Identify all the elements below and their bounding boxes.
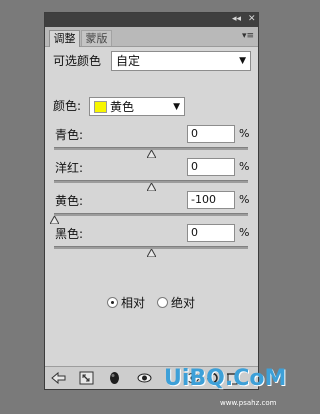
preset-select[interactable]: 自定 ▼ — [111, 51, 251, 71]
slider-value-input[interactable]: 0 — [187, 125, 235, 143]
clip-layer-icon[interactable] — [107, 371, 122, 385]
percent-unit: % — [239, 160, 250, 173]
radio-absolute-label[interactable]: 绝对 — [171, 296, 195, 310]
colors-value: 黄色 — [110, 100, 135, 114]
radio-relative[interactable] — [107, 297, 118, 308]
watermark-site: www.psahz.com — [220, 399, 277, 407]
eye-icon[interactable] — [137, 371, 152, 385]
adjustment-title: 可选颜色 — [53, 54, 102, 68]
collapse-icon[interactable]: ◂◂ — [232, 14, 241, 25]
tab-mask[interactable]: 蒙版 — [81, 30, 112, 46]
color-swatch — [94, 101, 107, 113]
slider-value-input[interactable]: 0 — [187, 158, 235, 176]
chevron-down-icon: ▼ — [239, 56, 246, 66]
preset-value: 自定 — [116, 54, 141, 68]
slider-label: 黑色: — [55, 227, 84, 241]
slider-row-black: 黑色: 0 % — [45, 224, 258, 257]
radio-absolute[interactable] — [157, 297, 168, 308]
slider-label: 青色: — [55, 128, 84, 142]
colors-select[interactable]: 黄色 ▼ — [89, 97, 185, 116]
slider-row-magenta: 洋红: 0 % — [45, 158, 258, 191]
slider-value-input[interactable]: -100 — [187, 191, 235, 209]
slider-row-yellow: 黄色: -100 % — [45, 191, 258, 224]
tab-adjust[interactable]: 调整 — [49, 30, 80, 47]
back-arrow-icon[interactable] — [51, 371, 66, 385]
slider-thumb[interactable] — [147, 150, 156, 158]
chevron-down-icon: ▼ — [173, 102, 180, 112]
slider-label: 黄色: — [55, 194, 84, 208]
percent-unit: % — [239, 127, 250, 140]
slider-thumb[interactable] — [147, 183, 156, 191]
slider-value-input[interactable]: 0 — [187, 224, 235, 242]
close-icon[interactable]: ✕ — [248, 14, 256, 25]
watermark-logo: UiBQ.CoM — [164, 366, 287, 391]
expand-view-icon[interactable] — [79, 371, 94, 385]
slider-row-cyan: 青色: 0 % — [45, 125, 258, 158]
slider-track[interactable] — [54, 213, 248, 216]
colors-label: 颜色: — [53, 99, 82, 113]
tab-strip: 调整 蒙版 ▾≡ — [45, 27, 258, 47]
slider-label: 洋红: — [55, 161, 84, 175]
percent-unit: % — [239, 193, 250, 206]
panel-titlebar: ◂◂ ✕ — [45, 13, 258, 27]
slider-thumb[interactable] — [147, 249, 156, 257]
slider-thumb[interactable] — [50, 216, 59, 224]
radio-relative-label[interactable]: 相对 — [121, 296, 145, 310]
panel-menu-icon[interactable]: ▾≡ — [242, 31, 254, 41]
adjustments-panel: ◂◂ ✕ 调整 蒙版 ▾≡ 可选颜色 自定 ▼ 颜色: 黄色 ▼ 青色: 0 %… — [44, 12, 259, 390]
percent-unit: % — [239, 226, 250, 239]
